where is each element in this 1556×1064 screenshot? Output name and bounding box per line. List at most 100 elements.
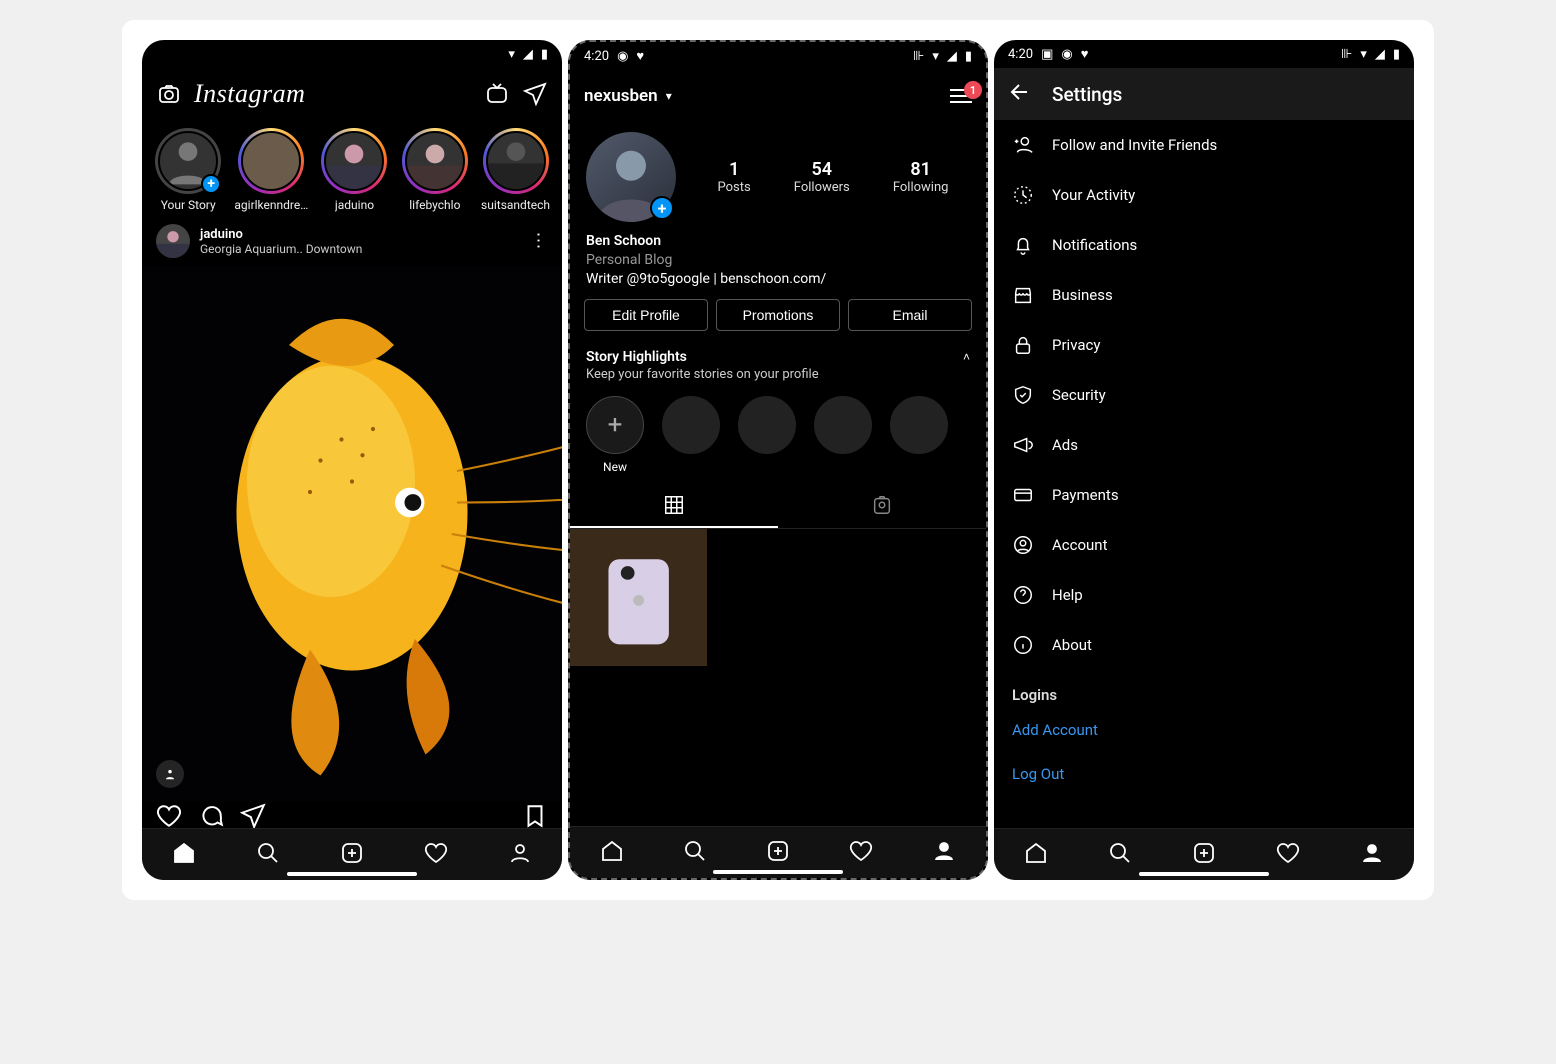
settings-item-privacy[interactable]: Privacy (994, 320, 1414, 370)
settings-item-follow-invite[interactable]: Follow and Invite Friends (994, 120, 1414, 170)
megaphone-icon (1012, 434, 1034, 456)
nav-profile-icon[interactable] (1360, 841, 1384, 869)
feed-header: Instagram (142, 68, 562, 120)
image-status-icon: ▣ (1041, 47, 1053, 62)
nav-add-icon[interactable] (1192, 841, 1216, 869)
story-item[interactable]: lifebychlo (401, 128, 469, 212)
add-user-icon (1012, 134, 1034, 156)
tagged-icon (871, 494, 893, 516)
post-location[interactable]: Georgia Aquarium.. Downtown (200, 242, 362, 256)
nav-home-icon[interactable] (1024, 841, 1048, 869)
logins-header: Logins (994, 670, 1414, 708)
tagged-people-icon[interactable] (156, 760, 184, 788)
story-your-story[interactable]: + Your Story (154, 128, 222, 212)
igtv-icon[interactable] (484, 81, 510, 107)
nav-activity-icon[interactable] (849, 839, 873, 867)
status-bar: 4:20 ▣ ◉ ♥ ⊪ ▾ ◢ ▮ (994, 40, 1414, 68)
camera-icon[interactable] (156, 81, 182, 107)
settings-item-business[interactable]: Business (994, 270, 1414, 320)
nav-home-icon[interactable] (172, 841, 196, 869)
stat-followers[interactable]: 54 Followers (794, 159, 850, 195)
profile-avatar[interactable]: + (586, 132, 676, 222)
nav-profile-icon[interactable] (508, 841, 532, 869)
settings-item-help[interactable]: Help (994, 570, 1414, 620)
story-item[interactable]: agirlkenndre… (234, 128, 308, 212)
activity-icon (1012, 184, 1034, 206)
profile-header: nexusben ▾ 1 (570, 70, 986, 122)
post-actions (142, 802, 562, 828)
spotify-icon: ◉ (1061, 47, 1072, 62)
settings-item-notifications[interactable]: Notifications (994, 220, 1414, 270)
nav-add-icon[interactable] (340, 841, 364, 869)
add-story-icon[interactable]: + (201, 174, 221, 194)
nav-search-icon[interactable] (1108, 841, 1132, 869)
nav-search-icon[interactable] (256, 841, 280, 869)
profile-bio-text: Writer @9to5google | benschoon.com/ (586, 270, 970, 289)
settings-item-ads[interactable]: Ads (994, 420, 1414, 470)
settings-item-security[interactable]: Security (994, 370, 1414, 420)
menu-button[interactable]: 1 (950, 89, 972, 103)
nav-home-icon[interactable] (600, 839, 624, 867)
log-out-link[interactable]: Log Out (994, 752, 1414, 796)
stories-row: + Your Story agirlkenndre… jaduino lifeb… (142, 120, 562, 216)
highlight-placeholder (662, 396, 720, 454)
email-button[interactable]: Email (848, 299, 972, 331)
back-icon[interactable] (1008, 80, 1032, 108)
vibrate-icon: ⊪ (1341, 47, 1352, 62)
feed-screen: ▾ ◢ ▮ Instagram + Your Story agirlkenndr… (142, 40, 562, 880)
posts-grid (570, 529, 986, 666)
settings-item-activity[interactable]: Your Activity (994, 170, 1414, 220)
highlights-header[interactable]: Story Highlights ˄ (570, 343, 986, 367)
signal-icon: ◢ (1375, 47, 1385, 62)
direct-icon[interactable] (522, 81, 548, 107)
shield-icon (1012, 384, 1034, 406)
battery-icon: ▮ (965, 49, 972, 64)
info-icon (1012, 634, 1034, 656)
user-icon (1012, 534, 1034, 556)
chevron-down-icon[interactable]: ▾ (666, 89, 672, 103)
settings-item-payments[interactable]: Payments (994, 470, 1414, 520)
post-more-icon[interactable]: ⋯ (528, 231, 549, 251)
vibrate-icon: ⊪ (913, 49, 924, 64)
settings-screen: 4:20 ▣ ◉ ♥ ⊪ ▾ ◢ ▮ Settings Follow and I… (994, 40, 1414, 880)
edit-profile-button[interactable]: Edit Profile (584, 299, 708, 331)
story-item[interactable]: suitsandtech (481, 128, 550, 212)
add-account-link[interactable]: Add Account (994, 708, 1414, 752)
spotify-icon: ◉ (617, 49, 628, 64)
post-avatar[interactable] (156, 224, 190, 258)
nav-activity-icon[interactable] (424, 841, 448, 869)
wifi-icon: ▾ (1360, 47, 1367, 62)
nav-activity-icon[interactable] (1276, 841, 1300, 869)
post-username[interactable]: jaduino (200, 227, 362, 242)
highlight-new[interactable]: + New (586, 396, 644, 474)
settings-item-account[interactable]: Account (994, 520, 1414, 570)
post-header[interactable]: jaduino Georgia Aquarium.. Downtown ⋯ (142, 216, 562, 266)
promotions-button[interactable]: Promotions (716, 299, 840, 331)
battery-icon: ▮ (541, 47, 548, 62)
post-image[interactable] (142, 266, 562, 802)
tab-grid[interactable] (570, 484, 778, 528)
settings-item-about[interactable]: About (994, 620, 1414, 670)
menu-badge: 1 (964, 81, 982, 99)
nav-profile-icon[interactable] (932, 839, 956, 867)
tab-tagged[interactable] (778, 484, 986, 528)
profile-username[interactable]: nexusben (584, 86, 658, 106)
storefront-icon (1012, 284, 1034, 306)
profile-name: Ben Schoon (586, 232, 970, 251)
story-item[interactable]: jaduino (320, 128, 388, 212)
post-thumbnail[interactable] (570, 529, 707, 666)
nav-search-icon[interactable] (683, 839, 707, 867)
wifi-icon: ▾ (932, 49, 939, 64)
profile-screen: 4:20 ◉ ♥ ⊪ ▾ ◢ ▮ nexusben ▾ 1 + 1 Posts (568, 40, 988, 880)
stat-following[interactable]: 81 Following (893, 159, 949, 195)
signal-icon: ◢ (947, 49, 957, 64)
status-time: 4:20 (584, 49, 609, 64)
heart-status-icon: ♥ (636, 48, 644, 64)
nav-add-icon[interactable] (766, 839, 790, 867)
home-indicator (713, 870, 843, 874)
add-story-icon[interactable]: + (650, 196, 674, 220)
chevron-up-icon[interactable]: ˄ (963, 350, 970, 364)
status-bar: 4:20 ◉ ♥ ⊪ ▾ ◢ ▮ (570, 42, 986, 70)
status-bar: ▾ ◢ ▮ (142, 40, 562, 68)
stat-posts[interactable]: 1 Posts (718, 159, 751, 195)
